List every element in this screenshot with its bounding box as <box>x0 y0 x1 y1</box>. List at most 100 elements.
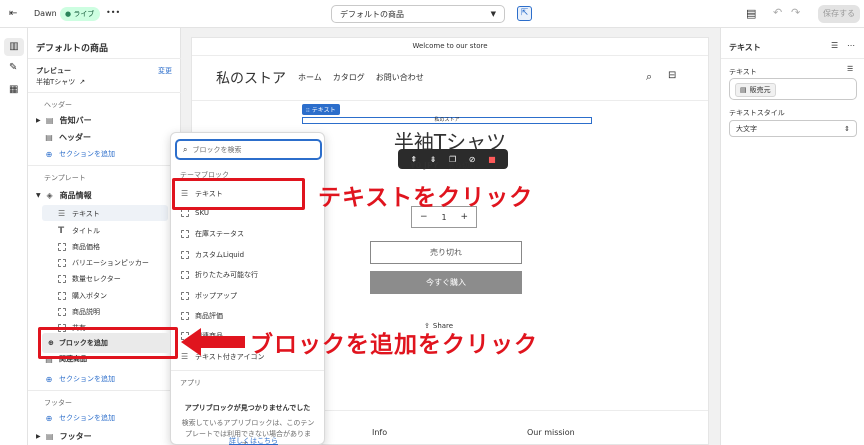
preview-product-label: 半袖Tシャツ <box>36 78 76 86</box>
exit-icon[interactable]: ⇤ <box>9 8 17 19</box>
block-label: タイトル <box>72 227 100 235</box>
live-badge: ● ライブ <box>60 7 101 21</box>
device-preview-icon[interactable]: ▤ <box>746 7 756 20</box>
block-label: 商品価格 <box>72 243 100 251</box>
top-bar: ⇤ Dawn ● ライブ ••• デフォルトの商品 ▼ ⇱ ▤ ↶ ↷ 保存する <box>0 0 864 28</box>
block-item[interactable]: 商品説明 <box>58 307 100 317</box>
nav-link[interactable]: ホーム <box>298 72 322 83</box>
buy-now-button[interactable]: 今すぐ購入 <box>370 271 522 294</box>
block-icon <box>181 230 189 238</box>
product-price: ¥0 JPY <box>410 161 439 170</box>
sold-out-button[interactable]: 売り切れ <box>370 241 522 264</box>
dynamic-source-icon[interactable]: ☰ <box>847 65 853 73</box>
title-icon: T <box>58 226 65 236</box>
live-badge-label: ライブ <box>73 10 95 18</box>
section-announcement[interactable]: ▶ ▤ 告知バー <box>36 115 92 126</box>
divider <box>721 58 864 59</box>
text-value: 販売元 <box>749 86 771 94</box>
block-item[interactable]: 数量セレクター <box>58 274 121 284</box>
block-item[interactable]: 購入ボタン <box>58 291 107 301</box>
announcement-bar-text: Welcome to our store <box>412 42 488 50</box>
text-input[interactable]: ▤ 販売元 <box>729 78 857 100</box>
settings-title: テキスト <box>729 43 761 52</box>
popup-item-label: 折りたたみ可能な行 <box>195 271 258 279</box>
divider <box>28 165 181 166</box>
source-icon: ▤ <box>740 86 747 94</box>
inspector-icon[interactable]: ⇱ <box>517 6 532 21</box>
external-link-icon: ↗ <box>79 78 86 86</box>
apps-icon[interactable]: ▦ <box>9 84 18 95</box>
minus-icon[interactable]: − <box>420 212 428 222</box>
settings-panel: テキスト ☰ ⋯ テキスト ☰ ▤ 販売元 テキストスタイル 大文字 ⇕ <box>720 28 864 445</box>
redo-icon[interactable]: ↷ <box>791 6 800 19</box>
icon-rail: ▥ ✎ ▦ <box>0 28 28 445</box>
block-label: 購入ボタン <box>72 292 107 300</box>
database-icon[interactable]: ☰ <box>831 41 838 50</box>
block-icon <box>58 308 66 316</box>
section-footer[interactable]: ▶ ▤ フッター <box>36 431 92 442</box>
sections-icon[interactable]: ▥ <box>4 38 24 56</box>
panel-title: デフォルトの商品 <box>36 44 109 54</box>
undo-icon[interactable]: ↶ <box>773 6 782 19</box>
selected-text-block[interactable]: 私のストア <box>302 117 592 124</box>
add-section-button[interactable]: ⊕ セクションを追加 <box>44 149 115 159</box>
search-icon: ⌕ <box>183 144 188 154</box>
block-item[interactable]: バリエーションピッカー <box>58 258 149 268</box>
chevron-right-icon: ▶ <box>36 117 41 124</box>
plus-icon[interactable]: + <box>460 212 468 222</box>
block-icon <box>181 251 189 259</box>
block-icon <box>181 271 189 279</box>
nav-link[interactable]: カタログ <box>333 72 365 83</box>
add-section-button[interactable]: ⊕ セクションを追加 <box>44 374 115 384</box>
block-item[interactable]: T タイトル <box>58 226 100 236</box>
block-icon <box>181 292 189 300</box>
add-section-button[interactable]: ⊕ セクションを追加 <box>44 413 115 423</box>
delete-icon[interactable]: ■ <box>488 155 496 164</box>
search-icon[interactable]: ⌕ <box>646 70 652 84</box>
save-button[interactable]: 保存する <box>818 5 860 23</box>
theme-name: Dawn <box>34 9 57 18</box>
learn-more-link[interactable]: 詳しくはこちら <box>229 436 278 445</box>
cart-icon[interactable]: ⊟ <box>668 70 676 81</box>
block-label: テキスト <box>72 210 100 218</box>
no-apps-title: アプリブロックが見つかりませんでした <box>184 404 311 412</box>
divider <box>192 55 708 56</box>
dynamic-source-pill[interactable]: ▤ 販売元 <box>735 83 776 97</box>
section-header[interactable]: ▤ ヘッダー <box>44 132 91 143</box>
preview-product[interactable]: 半袖Tシャツ ↗ <box>36 77 85 87</box>
popup-item[interactable]: カスタムLiquid <box>181 250 244 260</box>
block-label: 商品説明 <box>72 308 100 316</box>
more-icon[interactable]: ⋯ <box>847 41 855 50</box>
block-search-input[interactable]: ⌕ ブロックを検索 <box>175 139 322 160</box>
tag-icon: ◈ <box>46 191 53 200</box>
text-field-label: テキスト <box>729 68 757 76</box>
chevron-down-icon: ▼ <box>36 192 41 199</box>
template-select-label: デフォルトの商品 <box>340 9 404 19</box>
template-select[interactable]: デフォルトの商品 ▼ <box>331 5 505 23</box>
apps-label: アプリ <box>180 379 201 387</box>
popup-item[interactable]: SKU <box>181 209 209 217</box>
popup-item-label: 商品評価 <box>195 312 223 320</box>
popup-item[interactable]: 折りたたみ可能な行 <box>181 270 258 280</box>
select-arrows-icon: ⇕ <box>844 124 850 133</box>
block-item[interactable]: ☰ テキスト <box>58 209 100 219</box>
text-style-select[interactable]: 大文字 ⇕ <box>729 120 857 137</box>
more-icon[interactable]: ••• <box>106 8 120 17</box>
preview-change-link[interactable]: 変更 <box>158 66 172 76</box>
divider <box>192 100 708 101</box>
popup-item[interactable]: 在庫ステータス <box>181 229 244 239</box>
popup-item[interactable]: 商品評価 <box>181 311 223 321</box>
theme-settings-icon[interactable]: ✎ <box>9 62 17 73</box>
nav-link[interactable]: お問い合わせ <box>376 72 424 83</box>
plus-circle-icon: ⊕ <box>45 149 53 159</box>
store-logo[interactable]: 私のストア <box>216 68 286 88</box>
popup-item-label: SKU <box>195 209 209 217</box>
popup-item[interactable]: ポップアップ <box>181 291 237 301</box>
live-dot-icon: ● <box>65 10 72 18</box>
sold-out-badge: 売り切れ <box>448 162 476 170</box>
add-section-label: セクションを追加 <box>59 375 115 383</box>
section-product-info[interactable]: ▼ ◈ 商品情報 <box>36 190 92 201</box>
plus-circle-icon: ⊕ <box>45 374 53 384</box>
selected-block-tag-label: テキスト <box>311 107 336 114</box>
block-item[interactable]: 商品価格 <box>58 242 100 252</box>
